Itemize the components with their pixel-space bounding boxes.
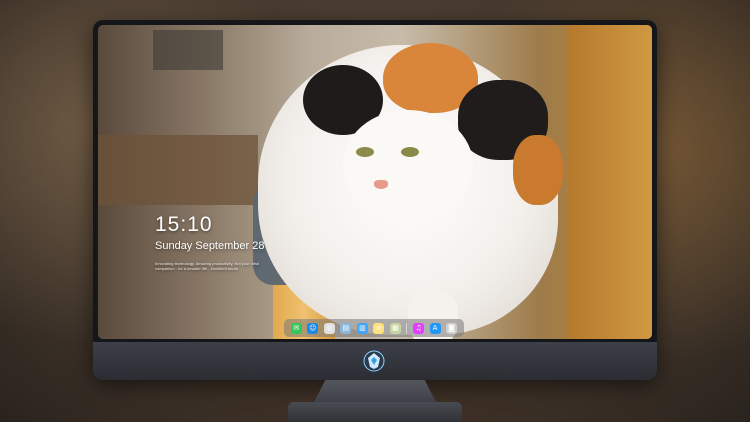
wallpaper-wall-frame: [153, 30, 223, 70]
desktop-screen: 15:10 Sunday September 28 Innovating tec…: [98, 25, 652, 339]
photos-icon[interactable]: ▤: [340, 322, 352, 334]
files-icon[interactable]: ▥: [356, 322, 368, 334]
camera-icon[interactable]: ◙: [446, 322, 458, 334]
monitor-chin: [93, 342, 657, 380]
notes-icon[interactable]: ≡: [373, 322, 385, 334]
lockscreen-date: Sunday September 28: [155, 240, 265, 252]
dock-separator: [406, 322, 408, 334]
app-store-icon[interactable]: A: [429, 322, 441, 334]
wallpaper-cat-face: [343, 110, 473, 220]
brand-logo-icon: [363, 350, 385, 372]
wallpaper-cat-patch: [513, 135, 563, 205]
finder-icon[interactable]: ☺: [307, 322, 319, 334]
preview-icon[interactable]: ▦: [389, 322, 401, 334]
wallpaper-cat-eye: [401, 147, 419, 157]
wallpaper-shelf: [98, 135, 258, 205]
monitor-stand-base: [288, 402, 462, 422]
wallpaper: [98, 25, 652, 339]
monitor-stand-neck: [313, 380, 437, 404]
monitor: 15:10 Sunday September 28 Innovating tec…: [93, 20, 657, 380]
wallpaper-cat-nose: [374, 180, 388, 189]
dock: ✉ ☺ ◎ ▤ ▥ ≡ ▦ ♫ A ◙: [284, 319, 464, 337]
wallpaper-cat-eye: [356, 147, 374, 157]
messages-icon[interactable]: ✉: [290, 322, 302, 334]
wallpaper-door: [568, 25, 652, 339]
music-icon[interactable]: ♫: [413, 322, 425, 334]
lockscreen-clock: 15:10: [155, 213, 213, 236]
lockscreen-tagline: Innovating technology. Amazing productiv…: [155, 261, 260, 271]
safari-icon[interactable]: ◎: [323, 322, 335, 334]
